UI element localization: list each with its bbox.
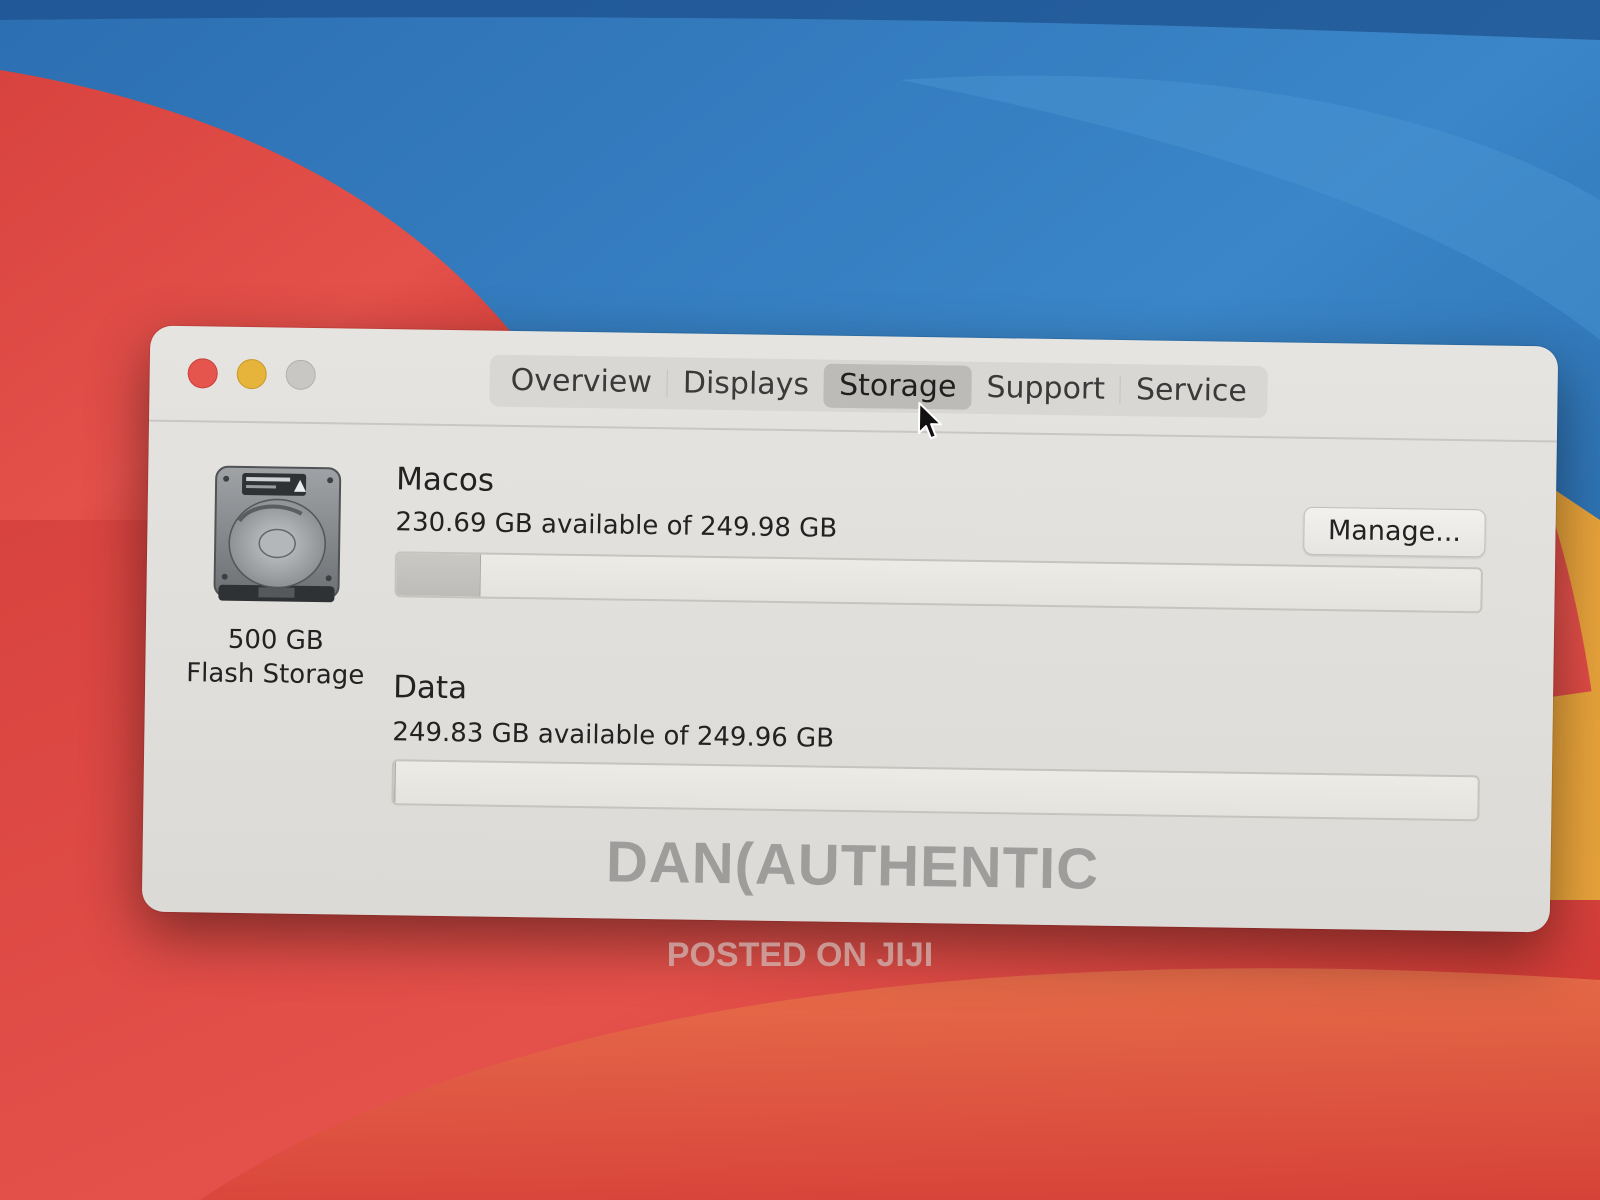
watermark-text: DAN(AUTHENTIC [605, 829, 1100, 902]
storage-bar-used-data [393, 761, 396, 804]
desktop: Overview Displays Storage Support Servic… [0, 0, 1600, 1200]
tab-bar: Overview Displays Storage Support Servic… [489, 354, 1269, 419]
drive-capacity-label: 500 GB [227, 624, 324, 657]
volume-info-macos: 230.69 GB available of 249.98 GB [395, 507, 838, 544]
mouse-pointer-icon [917, 402, 943, 440]
drive-type-label: Flash Storage [185, 658, 365, 691]
manage-button[interactable]: Manage... [1303, 506, 1486, 558]
storage-bar-data [391, 759, 1480, 822]
watermark-subtext: POSTED ON JIJI [666, 936, 934, 974]
window-titlebar: Overview Displays Storage Support Servic… [148, 325, 1559, 443]
tab-storage[interactable]: Storage [823, 363, 972, 410]
minimize-window-button[interactable] [236, 358, 267, 390]
storage-bar-macos [394, 551, 1483, 614]
volume-name-macos: Macos [395, 461, 495, 499]
close-window-button[interactable] [187, 358, 218, 389]
tab-overview[interactable]: Overview [495, 359, 667, 406]
volume-info-data: 249.83 GB available of 249.96 GB [392, 717, 835, 754]
zoom-window-button[interactable] [285, 359, 316, 391]
hard-drive-icon [213, 465, 342, 603]
tab-service[interactable]: Service [1121, 368, 1263, 414]
storage-bar-used-macos [396, 553, 482, 597]
about-this-mac-window: Overview Displays Storage Support Servic… [141, 325, 1559, 933]
tab-support[interactable]: Support [971, 366, 1120, 412]
volume-name-data: Data [392, 669, 468, 707]
tab-displays[interactable]: Displays [668, 361, 825, 407]
